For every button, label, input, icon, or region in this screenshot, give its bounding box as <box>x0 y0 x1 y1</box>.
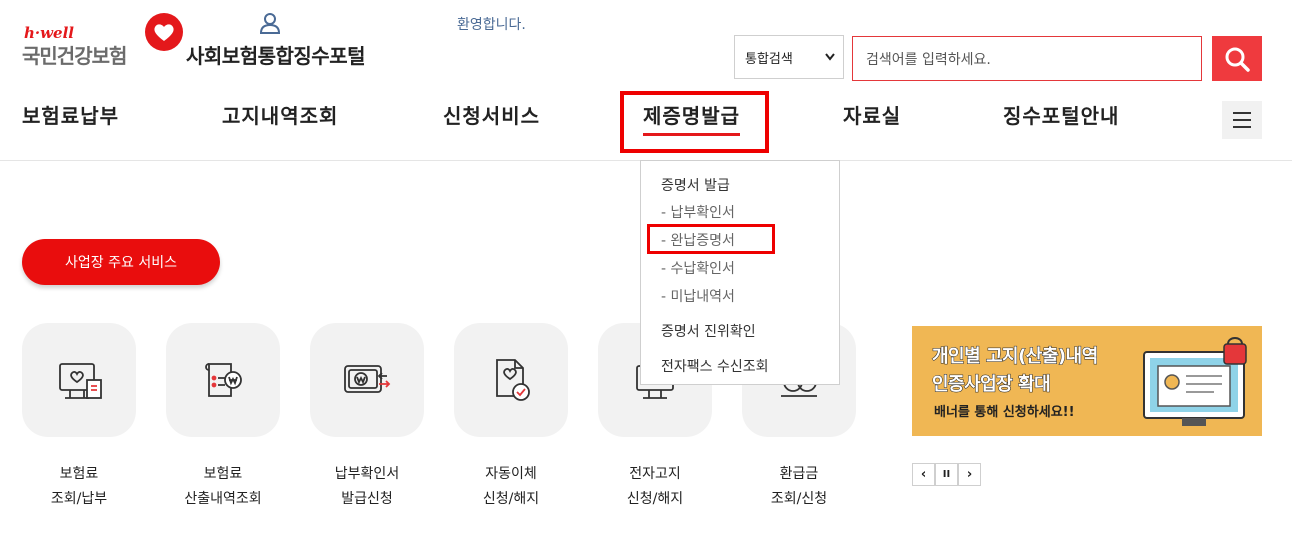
chevron-left-icon: ‹ <box>920 467 927 482</box>
service-card-calculation-inquiry[interactable] <box>166 323 280 437</box>
dropdown-item-authenticity-check[interactable]: 증명서 진위확인 <box>661 321 756 341</box>
main-navigation: 보험료납부 고지내역조회 신청서비스 제증명발급 자료실 징수포털안내 <box>0 100 1292 140</box>
service-label-refund[interactable]: 환급금 조회/신청 <box>742 462 856 512</box>
service-label-line1: 자동이체 <box>485 466 537 482</box>
service-label-line1: 보험료 <box>59 466 99 482</box>
service-label-line1: 보험료 <box>203 466 243 482</box>
service-label-line1: 전자고지 <box>629 466 681 482</box>
heart-logo-icon <box>145 13 183 51</box>
dropdown-sub-item-payment-confirmation[interactable]: - 납부확인서 <box>661 202 735 222</box>
gnb-item-application-service[interactable]: 신청서비스 <box>443 100 540 129</box>
banner-title-line2: 인증사업장 확대 <box>931 374 1051 396</box>
service-label-electronic-notice[interactable]: 전자고지 신청/해지 <box>598 462 712 512</box>
service-label-line2: 조회/신청 <box>770 491 828 507</box>
certificate-dropdown-panel: 증명서 발급 - 납부확인서 - 완납증명서 - 수납확인서 - 미납내역서 증… <box>640 160 840 385</box>
service-label-line2: 신청/해지 <box>482 491 540 507</box>
service-label-calculation-inquiry[interactable]: 보험료 산출내역조회 <box>166 462 280 512</box>
service-label-line2: 조회/납부 <box>50 491 108 507</box>
service-label-line1: 환급금 <box>779 466 819 482</box>
bill-monitor-icon <box>59 363 102 399</box>
banner-prev-button[interactable]: ‹ <box>912 463 935 486</box>
user-icon[interactable] <box>259 12 281 34</box>
gnb-item-certificate-issue[interactable]: 제증명발급 <box>643 100 740 136</box>
service-label-line2: 발급신청 <box>341 491 393 507</box>
banner-pause-button[interactable]: II <box>935 463 958 486</box>
service-label-payment-certificate[interactable]: 납부확인서 발급신청 <box>310 462 424 512</box>
service-card-auto-transfer[interactable] <box>454 323 568 437</box>
banner-next-button[interactable]: › <box>958 463 981 486</box>
dropdown-sub-item-unpaid-statement[interactable]: - 미납내역서 <box>661 286 735 306</box>
service-label-premium-inquiry[interactable]: 보험료 조회/납부 <box>22 462 136 512</box>
chevron-down-icon <box>825 50 835 64</box>
banner-title-line1: 개인별 고지(산출)내역 <box>932 346 1099 368</box>
gnb-item-premium-payment[interactable]: 보험료납부 <box>22 100 119 129</box>
logo-name-text: 국민건강보험 <box>22 44 127 68</box>
hamburger-menu-button[interactable] <box>1222 101 1262 139</box>
auto-transfer-icon <box>496 359 530 401</box>
service-label-auto-transfer[interactable]: 자동이체 신청/해지 <box>454 462 568 512</box>
search-button[interactable] <box>1212 36 1262 81</box>
workplace-main-services-button[interactable]: 사업장 주요 서비스 <box>22 239 220 285</box>
payment-certificate-icon <box>344 365 391 393</box>
search-scope-value: 통합검색 <box>745 51 793 67</box>
promo-banner[interactable]: 개인별 고지(산출)내역 인증사업장 확대 배너를 통해 신청하세요!! <box>912 326 1262 436</box>
hamburger-menu-icon-line <box>1233 119 1251 121</box>
dropdown-item-efax-inquiry[interactable]: 전자팩스 수신조회 <box>661 356 769 376</box>
calculation-won-icon <box>205 363 242 397</box>
service-card-payment-certificate[interactable] <box>310 323 424 437</box>
service-label-line2: 산출내역조회 <box>184 491 262 507</box>
pause-icon: II <box>942 469 951 480</box>
hamburger-menu-icon-line <box>1233 126 1251 128</box>
hamburger-menu-icon <box>1233 112 1251 114</box>
gnb-item-notice-inquiry[interactable]: 고지내역조회 <box>222 100 338 129</box>
chevron-right-icon: › <box>966 467 973 482</box>
banner-subtitle: 배너를 통해 신청하세요!! <box>934 405 1075 420</box>
gnb-item-portal-guide[interactable]: 징수포털안내 <box>1003 100 1119 129</box>
search-icon <box>1225 47 1250 72</box>
portal-title[interactable]: 사회보험통합징수포털 <box>186 40 366 69</box>
search-input[interactable]: 검색어를 입력하세요. <box>852 36 1202 81</box>
dropdown-sub-item-receipt-confirmation[interactable]: - 수납확인서 <box>661 258 735 278</box>
service-label-line2: 신청/해지 <box>626 491 684 507</box>
service-label-line1: 납부확인서 <box>334 466 400 482</box>
welcome-text: 환영합니다. <box>457 17 526 33</box>
search-scope-select[interactable]: 통합검색 <box>734 35 844 79</box>
nhis-logo[interactable]: h·well 국민건강보험 <box>22 12 183 72</box>
monitor-lock-icon <box>1143 337 1247 426</box>
search-placeholder: 검색어를 입력하세요. <box>866 51 991 68</box>
dropdown-sub-item-full-payment-certificate[interactable]: - 완납증명서 <box>661 230 735 250</box>
gnb-item-resources[interactable]: 자료실 <box>843 100 901 129</box>
dropdown-group-title[interactable]: 증명서 발급 <box>661 175 730 195</box>
service-card-premium-inquiry[interactable] <box>22 323 136 437</box>
